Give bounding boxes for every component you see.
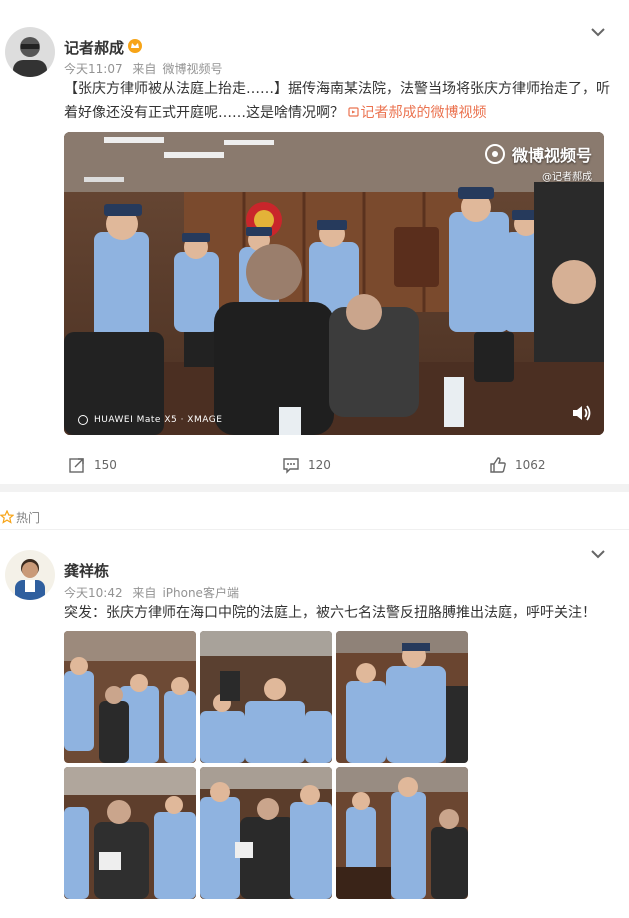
comment-button[interactable]: 120	[282, 456, 331, 474]
image-thumbnail[interactable]	[64, 631, 196, 763]
image-thumbnail[interactable]	[200, 631, 332, 763]
volume-icon[interactable]	[570, 403, 592, 427]
source-prefix: 来自	[132, 586, 157, 600]
username[interactable]: 龚祥栋	[64, 560, 109, 581]
vip-badge-icon	[127, 38, 143, 54]
hot-label: 热门	[16, 511, 41, 525]
post-source[interactable]: iPhone客户端	[162, 586, 239, 600]
post-card-2: 龚祥栋 今天10:42 来自 iPhone客户端 突发：张庆方律师在海口中院的法庭…	[0, 530, 629, 918]
thumbs-up-icon	[490, 457, 506, 473]
repost-icon	[69, 458, 84, 473]
watermark-text: 微博视频号	[511, 146, 592, 165]
post-time[interactable]: 今天10:42	[64, 586, 123, 600]
like-button[interactable]: 1062	[489, 456, 546, 474]
comment-count: 120	[308, 458, 331, 472]
hot-icon	[0, 509, 15, 528]
image-thumbnail[interactable]	[64, 767, 196, 899]
avatar[interactable]	[5, 27, 55, 77]
action-bar: 150 120 1062	[0, 450, 629, 480]
video-link[interactable]: 记者郝成的微博视频	[348, 105, 486, 121]
post-source[interactable]: 微博视频号	[162, 62, 222, 76]
post-meta: 今天10:42 来自 iPhone客户端	[64, 584, 245, 601]
post-meta: 今天11:07 来自 微博视频号	[64, 60, 228, 77]
watermark-sub: @记者郝成	[542, 172, 592, 183]
image-thumbnail[interactable]	[200, 767, 332, 899]
avatar[interactable]	[5, 550, 55, 600]
image-thumbnail[interactable]	[336, 767, 468, 899]
video-link-icon	[348, 107, 360, 117]
chevron-down-icon[interactable]	[588, 22, 608, 42]
post-body: 【张庆方律师被从法庭上抬走……】据传海南某法院，法警当场将张庆方律师抬走了，听着…	[64, 81, 610, 121]
hot-section-header: 热门	[0, 492, 629, 530]
camera-tag-text: HUAWEI Mate X5 · XMAGE	[94, 415, 223, 425]
repost-button[interactable]: 150	[68, 456, 117, 474]
weibo-logo-icon	[484, 144, 505, 164]
post-time[interactable]: 今天11:07	[64, 62, 123, 76]
post-text: 突发：张庆方律师在海口中院的法庭上，被六七名法警反扭胳膊推出法庭，呼吁关注！	[64, 605, 596, 621]
camera-ring-icon	[78, 415, 88, 425]
repost-count: 150	[94, 458, 117, 472]
video-player[interactable]: 微博视频号 @记者郝成 HUAWEI Mate X5 · XMAGE	[64, 132, 604, 435]
weibo-video-watermark: 微博视频号 @记者郝成	[484, 142, 592, 183]
post-card-1: 记者郝成 今天11:07 来自 微博视频号 【张庆方律师被从法庭上抬走……】据传海…	[0, 0, 629, 484]
chevron-down-icon[interactable]	[588, 544, 608, 564]
image-thumbnail[interactable]	[336, 631, 468, 763]
comment-icon	[283, 458, 299, 474]
post-text: 【张庆方律师被从法庭上抬走……】据传海南某法院，法警当场将张庆方律师抬走了，听着…	[64, 77, 612, 125]
like-count: 1062	[515, 458, 546, 472]
source-prefix: 来自	[132, 62, 157, 76]
username[interactable]: 记者郝成	[64, 37, 124, 58]
video-link-label: 记者郝成的微博视频	[360, 105, 487, 121]
camera-tag: HUAWEI Mate X5 · XMAGE	[78, 415, 222, 425]
card-divider	[0, 484, 629, 492]
